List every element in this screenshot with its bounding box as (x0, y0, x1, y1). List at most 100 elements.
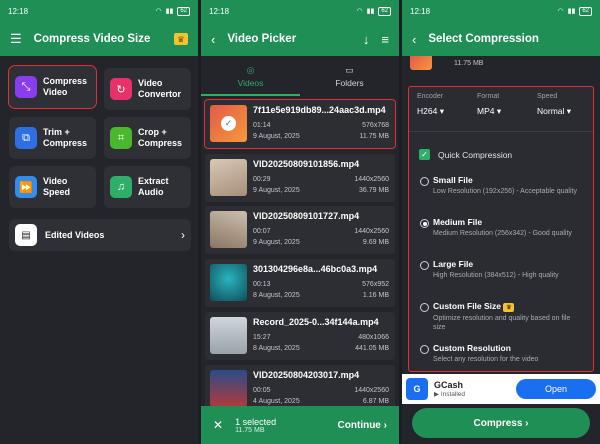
tile-label: Crop + Compress (138, 127, 183, 148)
video-duration: 15:27 (253, 334, 271, 341)
ad-open-button[interactable]: Open (516, 379, 596, 399)
continue-button[interactable]: Continue › (338, 420, 387, 431)
video-duration: 00:05 (253, 387, 271, 394)
video-thumbnail (210, 317, 247, 354)
video-resolution: 576x952 (362, 281, 389, 288)
tile-label: Video Convertor (138, 78, 182, 99)
premium-crown-icon[interactable]: ♛ (174, 33, 188, 45)
video-item[interactable]: ✓ 7f11e5e919db89...24aac3d.mp4 01:14 576… (204, 99, 396, 149)
tile-label: Extract Audio (138, 176, 169, 197)
back-arrow-icon[interactable]: ‹ (412, 32, 416, 47)
compress-home-screen: 12:18 ◠ ▮▮ 62 ☰ Compress Video Size ♛ ⤡ Co… (0, 0, 198, 444)
tile-label: Trim + Compress (43, 127, 88, 148)
status-time: 12:18 (8, 6, 29, 16)
selected-size: 11.75 MB (235, 426, 265, 434)
tab-folders[interactable]: ▭ Folders (300, 56, 399, 96)
option-small-file[interactable]: Small File Low Resolution (192x256) - Ac… (420, 175, 583, 196)
speed-dropdown[interactable]: Speed Normal ▾ (537, 93, 571, 117)
option-custom-resolution[interactable]: Custom Resolution Select any resolution … (420, 343, 583, 364)
audio-icon: ♫ (110, 176, 132, 198)
tile-crop-compress[interactable]: ⌗ Crop + Compress (104, 117, 191, 159)
battery-icon: 62 (579, 6, 592, 16)
chevron-right-icon: › (181, 228, 185, 242)
video-item[interactable]: VID20250809101856.mp4 00:29 1440x2560 9 … (205, 154, 395, 202)
video-item[interactable]: 301304296e8a...46bc0a3.mp4 00:13 576x952… (205, 259, 395, 307)
video-thumbnail (210, 159, 247, 196)
ad-banner[interactable]: G GCash ▶ Installed Open (402, 374, 600, 404)
chevron-right-icon: › (383, 419, 387, 431)
tile-video-speed[interactable]: ⏩ Video Speed (9, 166, 96, 208)
app-bar: ‹ Video Picker ↓ ≡ (201, 22, 399, 56)
video-duration: 00:13 (253, 281, 271, 288)
radio-button[interactable] (420, 303, 429, 312)
video-thumbnail (210, 211, 247, 248)
option-large-file[interactable]: Large File High Resolution (384x512) - H… (420, 259, 583, 280)
video-resolution: 1440x2560 (354, 176, 389, 183)
radio-button[interactable] (420, 177, 429, 186)
option-custom-file-size[interactable]: Custom File Size ♛ Optimize resolution a… (420, 301, 583, 332)
radio-button[interactable] (420, 345, 429, 354)
status-time: 12:18 (209, 6, 230, 16)
video-thumbnail: ✓ (210, 105, 247, 142)
tile-extract-audio[interactable]: ♫ Extract Audio (104, 166, 191, 208)
page-title: Select Compression (428, 33, 539, 45)
video-resolution: 1440x2560 (354, 228, 389, 235)
folder-icon: ▭ (345, 64, 354, 75)
trim-icon: ⧉ (15, 127, 37, 149)
quick-compression-label: Quick Compression (438, 149, 513, 160)
tile-label: Video Speed (43, 176, 71, 197)
divider (409, 131, 593, 132)
status-time: 12:18 (410, 6, 431, 16)
video-resolution: 480x1066 (358, 334, 389, 341)
signal-icon: ▮▮ (165, 8, 174, 15)
crop-icon: ⌗ (110, 127, 132, 149)
status-bar: 12:18 ◠ ▮▮ 62 (402, 0, 600, 22)
tile-video-convertor[interactable]: ↻ Video Convertor (104, 68, 191, 110)
caret-down-icon: ▾ (496, 106, 502, 116)
download-sort-icon[interactable]: ↓ (363, 32, 370, 47)
video-thumbnail (210, 370, 247, 407)
tile-compress-video[interactable]: ⤡ Compress Video (8, 65, 97, 109)
page-title: Video Picker (227, 33, 297, 45)
video-name: VID20250804203017.mp4 (253, 370, 360, 380)
filter-icon[interactable]: ≡ (381, 32, 389, 47)
edited-videos-label: Edited Videos (45, 230, 105, 240)
tile-trim-compress[interactable]: ⧉ Trim + Compress (9, 117, 96, 159)
video-thumbnail (210, 264, 247, 301)
radio-button[interactable] (420, 261, 429, 270)
video-item[interactable]: VID20250809101727.mp4 00:07 1440x2560 9 … (205, 206, 395, 254)
status-bar: 12:18 ◠ ▮▮ 62 (201, 0, 399, 22)
radio-button-selected[interactable] (420, 219, 429, 228)
wifi-icon: ◠ (155, 8, 162, 15)
video-size: 6.87 MB (362, 398, 389, 405)
selected-count: 1 selected (235, 416, 277, 427)
video-name: 301304296e8a...46bc0a3.mp4 (253, 264, 378, 274)
wifi-icon: ◠ (557, 8, 564, 15)
chevron-right-icon: › (525, 417, 529, 429)
quick-compression-checkbox[interactable]: ✓ Quick Compression (419, 149, 512, 160)
close-icon[interactable]: ✕ (213, 418, 223, 432)
video-item[interactable]: Record_2025-0...34f144a.mp4 15:27 480x10… (205, 312, 395, 360)
wifi-icon: ◠ (356, 8, 363, 15)
video-date: 8 August, 2025 (253, 292, 300, 299)
menu-icon[interactable]: ☰ (10, 31, 22, 47)
active-tab-indicator (201, 94, 300, 96)
gcash-logo: G (406, 378, 428, 400)
tab-videos[interactable]: ◎ Videos (201, 56, 300, 96)
video-size: 11.75 MB (359, 133, 389, 140)
encoder-dropdown[interactable]: Encoder H264 ▾ (417, 93, 444, 117)
video-duration: 01:14 (253, 122, 271, 129)
caret-down-icon: ▾ (566, 106, 572, 116)
video-name: VID20250809101856.mp4 (253, 159, 360, 169)
video-thumbnail (410, 56, 432, 70)
video-icon: ◎ (246, 64, 255, 75)
video-name: Record_2025-0...34f144a.mp4 (253, 317, 379, 327)
format-dropdown[interactable]: Format MP4 ▾ (477, 93, 501, 117)
compress-button[interactable]: Compress › (412, 408, 590, 438)
tile-label: Compress Video (43, 76, 88, 97)
select-compression-screen: 12:18 ◠ ▮▮ 62 ‹ Select Compression 11.75 M… (402, 0, 600, 444)
option-medium-file[interactable]: Medium File Medium Resolution (256x342) … (420, 217, 583, 238)
app-bar: ☰ Compress Video Size ♛ (0, 22, 198, 56)
edited-videos-button[interactable]: ▤ Edited Videos › (9, 219, 191, 251)
back-arrow-icon[interactable]: ‹ (211, 32, 215, 47)
